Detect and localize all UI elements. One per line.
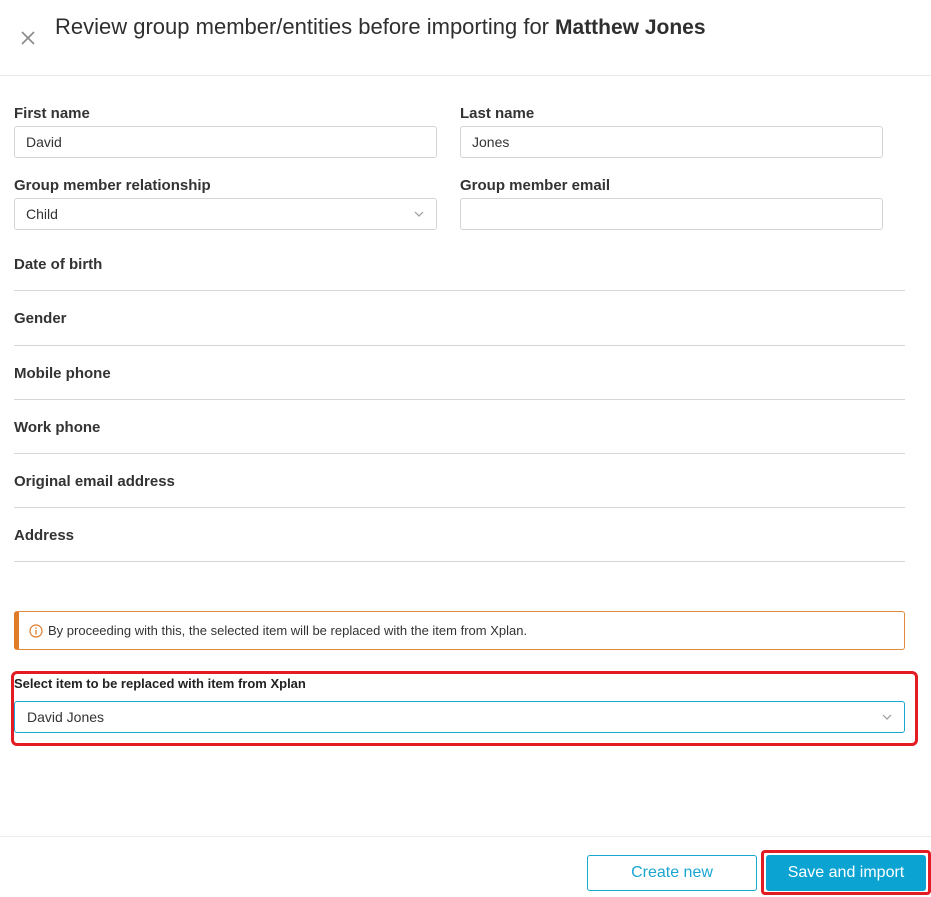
last-name-label: Last name (460, 105, 535, 122)
dialog-title: Review group member/entities before impo… (55, 14, 706, 40)
address-label: Address (14, 527, 75, 544)
divider (14, 345, 905, 346)
close-button[interactable] (18, 28, 38, 48)
close-icon (21, 31, 35, 45)
warning-alert: By proceeding with this, the selected it… (14, 611, 905, 650)
divider (14, 290, 905, 291)
mobile-phone-label: Mobile phone (14, 365, 111, 382)
first-name-label: First name (14, 105, 90, 122)
dialog-title-text: Review group member/entities before impo… (55, 14, 550, 39)
first-name-input[interactable]: David (14, 126, 437, 158)
last-name-input[interactable]: Jones (460, 126, 883, 158)
divider (14, 453, 905, 454)
chevron-down-icon (882, 714, 892, 720)
divider (14, 507, 905, 508)
replace-item-value: David Jones (27, 709, 105, 725)
gender-label: Gender (14, 310, 67, 327)
work-phone-label: Work phone (14, 419, 101, 436)
email-label: Group member email (460, 177, 611, 194)
date-of-birth-label: Date of birth (14, 256, 103, 273)
info-icon (29, 623, 43, 638)
replace-label: Select item to be replaced with item fro… (14, 676, 306, 691)
create-new-button[interactable]: Create new (587, 855, 757, 891)
replace-item-select[interactable]: David Jones (14, 701, 905, 733)
relationship-value: Child (26, 206, 58, 222)
relationship-label: Group member relationship (14, 177, 211, 194)
divider (14, 399, 905, 400)
save-and-import-button[interactable]: Save and import (766, 855, 926, 891)
divider (14, 561, 905, 562)
original-email-label: Original email address (14, 473, 175, 490)
footer-divider (0, 836, 931, 837)
email-input[interactable] (460, 198, 883, 230)
chevron-down-icon (414, 211, 424, 217)
relationship-select[interactable]: Child (14, 198, 437, 230)
dialog-header: Review group member/entities before impo… (0, 0, 931, 76)
client-name: Matthew Jones (555, 16, 706, 39)
alert-text: By proceeding with this, the selected it… (48, 623, 528, 638)
